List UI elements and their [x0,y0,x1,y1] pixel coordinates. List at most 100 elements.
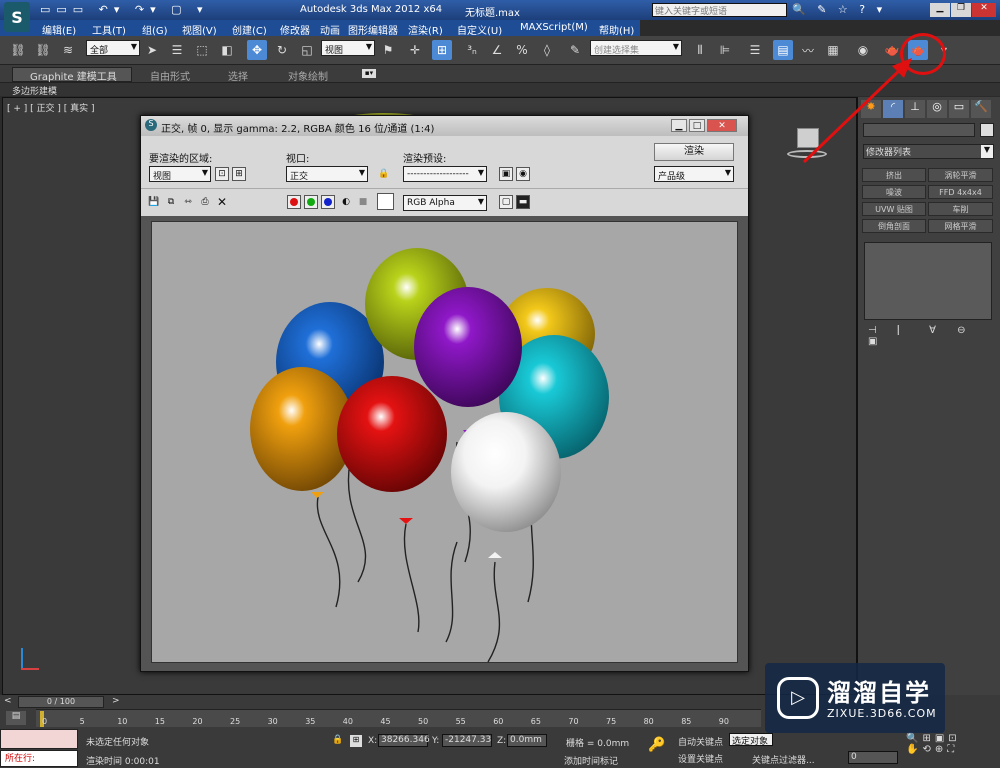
z-coord-field[interactable]: 0.0mm [507,734,547,747]
toggle-ui-icon[interactable]: ▬ [516,195,530,209]
swatch-white[interactable] [377,193,394,210]
quick-access-icons[interactable]: ▭▭▭ ↶▾ ↷▾ ▢ ▾ [40,3,209,16]
render-setup-icon[interactable]: 🫖 [882,40,902,60]
menu-help[interactable]: 帮助(H) [599,22,634,37]
modifier-button-uvw-map[interactable]: UVW 贴图 [862,202,926,216]
create-tab-icon[interactable]: ✸ [861,100,881,118]
render-window-minimize-icon[interactable]: ▁ [671,119,687,132]
keyboard-shortcut-icon[interactable]: ⊞ [432,40,452,60]
select-move-icon[interactable]: ✥ [247,40,267,60]
render-window-titlebar[interactable]: S 正交, 帧 0, 显示 gamma: 2.2, RGBA 颜色 16 位/通… [141,116,748,136]
render-quality-dropdown[interactable]: 产品级 ▼ [654,166,734,182]
display-channel-dropdown[interactable]: RGB Alpha ▼ [403,195,487,211]
menu-edit[interactable]: 编辑(E) [42,22,76,37]
rendered-frame-window[interactable]: S 正交, 帧 0, 显示 gamma: 2.2, RGBA 颜色 16 位/通… [140,115,749,672]
menu-animation[interactable]: 动画 [320,22,340,37]
modifier-button-meshsmooth[interactable]: 网格平滑 [928,219,993,233]
search-input[interactable]: 键入关键字或短语 [652,3,787,17]
minimize-icon[interactable]: ▁ [930,3,950,17]
key-filters-button[interactable]: 关键点过滤器... [752,753,815,766]
modifier-list-dropdown[interactable]: 修改器列表 ▼ [863,144,994,159]
lock-viewport-icon[interactable]: 🔒 [377,167,391,181]
curve-editor-icon[interactable]: 〰 [798,40,818,60]
modify-tab-icon[interactable]: ◜ [883,100,903,118]
select-scale-icon[interactable]: ◱ [297,40,317,60]
help-toolbar-icons[interactable]: 🔍 ✎ ☆ ? ▾ [792,3,886,16]
set-key-icon[interactable]: 🔑 [648,737,665,753]
close-icon[interactable]: ✕ [972,3,996,17]
clear-image-icon[interactable]: ✕ [215,195,229,209]
ribbon-options-icon[interactable]: ▪▾ [362,69,376,78]
unlink-icon[interactable]: ⛓ [33,40,53,60]
link-icon[interactable]: ⛓ [8,40,28,60]
schematic-view-icon[interactable]: ▦ [823,40,843,60]
pivot-center-icon[interactable]: ⚑ [378,40,398,60]
print-image-icon[interactable]: ⎙ [198,195,212,209]
modifier-button-turbosmooth[interactable]: 涡轮平滑 [928,168,993,182]
x-coord-field[interactable]: 38266.346 [378,734,430,747]
set-key-label[interactable]: 设置关键点 [678,752,723,765]
selection-filter-dropdown[interactable]: 全部 ▼ [86,40,140,56]
select-object-icon[interactable]: ➤ [142,40,162,60]
object-name-field[interactable] [863,123,975,137]
menu-views[interactable]: 视图(V) [182,22,217,37]
ribbon-tab-object-paint[interactable]: 对象绘制 [288,68,328,83]
utilities-tab-icon[interactable]: 🔨 [971,100,991,118]
modifier-button-noise[interactable]: 噪波 [862,185,926,199]
reference-coord-dropdown[interactable]: 视图 ▼ [321,40,375,56]
time-slider-left-arrow[interactable]: < [4,696,14,708]
render-button[interactable]: 渲染 [654,143,734,161]
area-to-render-dropdown[interactable]: 视图 ▼ [149,166,211,182]
auto-region-icon[interactable]: ⊞ [232,167,246,181]
menu-graph-editors[interactable]: 图形编辑器 [348,22,398,37]
environment-effects-icon[interactable]: ◉ [516,167,530,181]
restore-icon[interactable]: ❐ [951,3,971,17]
alpha-channel-icon[interactable]: ◐ [339,195,353,209]
object-color-swatch[interactable] [980,123,994,137]
menu-create[interactable]: 创建(C) [232,22,267,37]
menu-group[interactable]: 组(G) [142,22,168,37]
save-image-icon[interactable]: 💾 [147,195,161,209]
auto-key-label[interactable]: 自动关键点 [678,735,723,748]
mirror-icon[interactable]: ⫴ [690,40,710,60]
stack-controls-icons[interactable]: ⊣ ⎸ ∀ ⊖ ▣ [868,325,1000,347]
toggle-ui-overlay-icon[interactable]: ▢ [499,195,513,209]
menu-modifiers[interactable]: 修改器 [280,22,310,37]
modifier-button-extrude[interactable]: 挤出 [862,168,926,182]
y-coord-field[interactable]: -21247.33 [442,734,492,747]
app-logo-icon[interactable]: S [4,2,30,32]
viewport-select-dropdown[interactable]: 正交 ▼ [286,166,368,182]
add-time-tag-button[interactable]: 添加时间标记 [564,754,618,767]
absolute-mode-icon[interactable]: ⊞ [350,735,362,747]
viewcube-icon[interactable] [787,126,827,160]
graphite-toggle-icon[interactable]: ▤ [773,40,793,60]
listener-panel[interactable]: 所在行: [0,750,78,767]
snaps-3d-icon[interactable]: ³ₙ [462,40,482,60]
blue-channel-icon[interactable] [321,195,335,209]
red-channel-icon[interactable] [287,195,301,209]
edit-named-selection-icon[interactable]: ✎ [565,40,585,60]
time-slider[interactable]: 0 / 100 [18,696,104,708]
monochrome-icon[interactable]: ■ [356,195,370,209]
green-channel-icon[interactable] [304,195,318,209]
menu-maxscript[interactable]: MAXScript(M) [520,22,588,33]
polygon-modeling-label[interactable]: 多边形建模 [12,84,57,97]
menu-tools[interactable]: 工具(T) [92,22,126,37]
render-window-close-icon[interactable]: ✕ [707,119,737,132]
modifier-button-lathe[interactable]: 车削 [928,202,993,216]
ribbon-tab-freeform[interactable]: 自由形式 [150,68,190,83]
bind-spacewarp-icon[interactable]: ≋ [58,40,78,60]
select-rotate-icon[interactable]: ↻ [272,40,292,60]
ribbon-tab-selection[interactable]: 选择 [228,68,248,83]
select-manipulate-icon[interactable]: ✛ [405,40,425,60]
copy-image-icon[interactable]: ⧉ [164,195,178,209]
edit-region-icon[interactable]: ⊡ [215,167,229,181]
viewport-label[interactable]: [ + ] [ 正交 ] [ 真实 ] [7,101,95,114]
percent-snap-icon[interactable]: % [512,40,532,60]
viewport-nav-icons[interactable]: 🔍⊞▣⊡ ✋⟲⊕⛶ [906,733,998,755]
render-preset-dropdown[interactable]: ------------------- ▼ [403,166,487,182]
modifier-stack-list[interactable] [864,242,992,320]
menu-rendering[interactable]: 渲染(R) [408,22,443,37]
display-tab-icon[interactable]: ▭ [949,100,969,118]
clone-window-icon[interactable]: ⇿ [181,195,195,209]
